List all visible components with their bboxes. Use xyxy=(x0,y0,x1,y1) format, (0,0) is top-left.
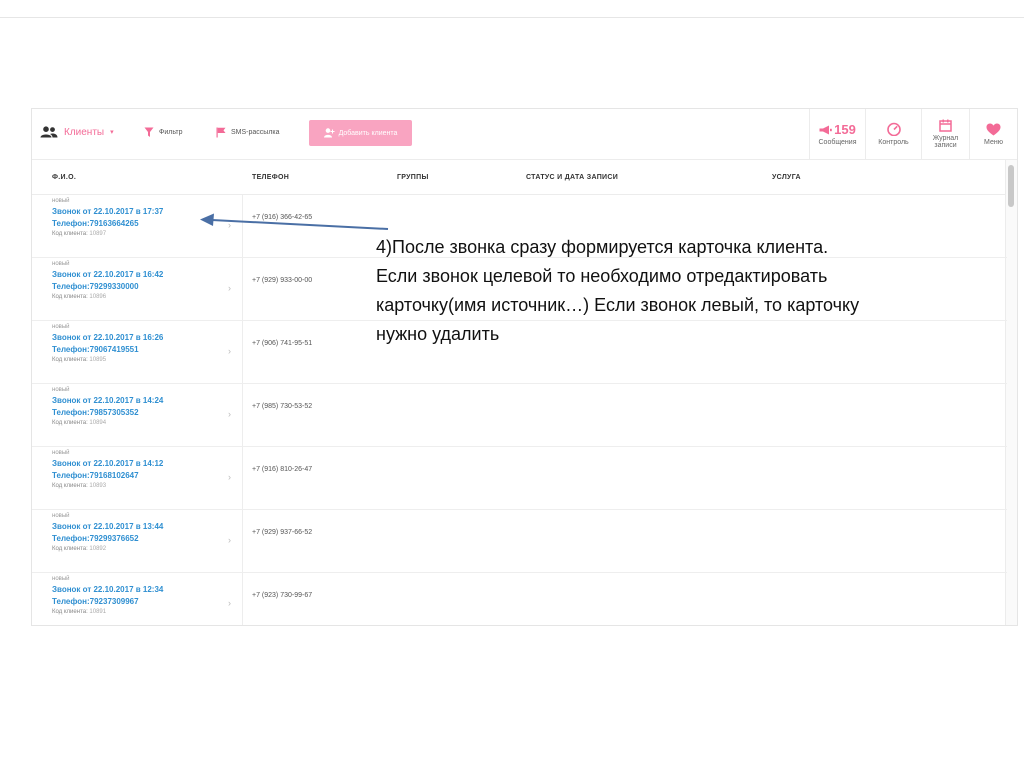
annotation-arrow xyxy=(200,213,389,230)
